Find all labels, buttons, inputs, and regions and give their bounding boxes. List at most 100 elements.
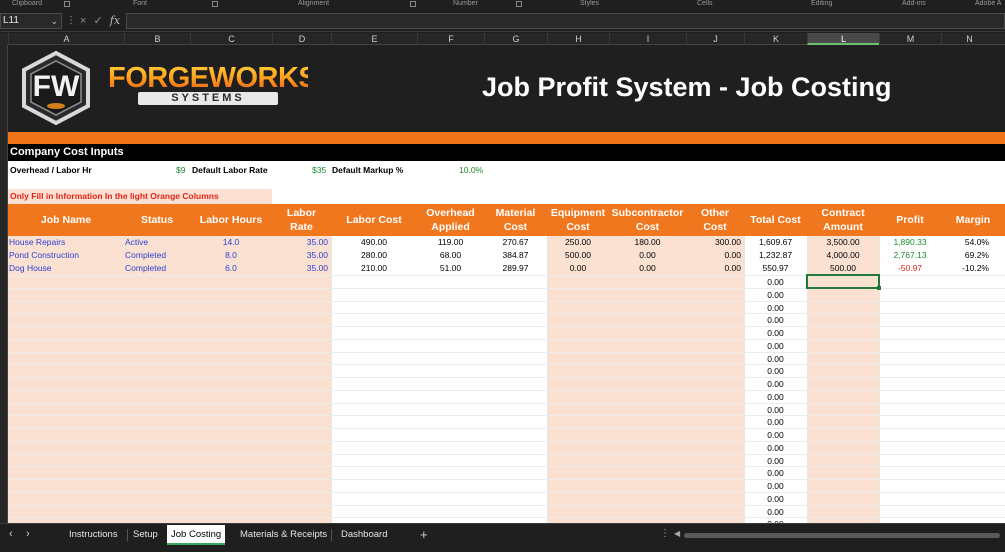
header-overhead-applied[interactable]: Overhead Applied — [417, 204, 484, 236]
column-header-c[interactable]: C — [190, 33, 272, 45]
cell-profit[interactable]: -50.97 — [879, 262, 941, 275]
cell-subcontractor-cost[interactable]: 0.00 — [609, 262, 686, 275]
column-header-n[interactable]: N — [941, 33, 997, 45]
labor-rate-value[interactable]: $35 — [312, 161, 326, 179]
header-contract-amount[interactable]: Contract Amount — [807, 204, 879, 236]
select-all-corner[interactable] — [0, 33, 8, 45]
insert-function-icon[interactable]: fx — [110, 14, 120, 27]
active-cell-l11[interactable] — [806, 274, 881, 290]
cell-subcontractor-cost[interactable]: 180.00 — [609, 236, 686, 249]
cell-material-cost[interactable]: 289.97 — [484, 262, 547, 275]
ribbon-group-editing[interactable]: Editing — [811, 0, 832, 7]
cell-equipment-cost[interactable]: 500.00 — [547, 249, 609, 262]
tab-setup[interactable]: Setup — [129, 525, 162, 545]
scroll-left-icon[interactable]: ◀ — [674, 529, 680, 538]
cell-total-cost[interactable]: 1,609.67 — [744, 236, 807, 249]
clipboard-launcher-icon[interactable] — [64, 1, 70, 7]
cell-status[interactable]: Completed — [124, 262, 190, 275]
cell-total-cost[interactable]: 1,232.87 — [744, 249, 807, 262]
ribbon-group-addins[interactable]: Add-ins — [902, 0, 926, 7]
cell-labor-rate[interactable]: 35.00 — [272, 249, 331, 262]
chevron-down-icon[interactable]: ⌄ — [50, 14, 58, 28]
cell-overhead-applied[interactable]: 68.00 — [417, 249, 484, 262]
cell-overhead-applied[interactable]: 51.00 — [417, 262, 484, 275]
cell-equipment-cost[interactable]: 0.00 — [547, 262, 609, 275]
column-header-l[interactable]: L — [807, 33, 879, 45]
header-margin[interactable]: Margin — [941, 204, 1005, 236]
ribbon-group-alignment[interactable]: Alignment — [298, 0, 329, 7]
cell-equipment-cost[interactable]: 250.00 — [547, 236, 609, 249]
column-header-i[interactable]: I — [609, 33, 686, 45]
cell-contract-amount[interactable]: 4,000.00 — [807, 249, 879, 262]
header-profit[interactable]: Profit — [879, 204, 941, 236]
cell-labor-cost[interactable]: 490.00 — [331, 236, 417, 249]
cell-margin[interactable]: -10.2% — [941, 262, 1005, 275]
cell-other-cost[interactable]: 0.00 — [686, 262, 744, 275]
cell-labor-hours[interactable]: 8.0 — [190, 249, 272, 262]
cell-labor-cost[interactable]: 210.00 — [331, 262, 417, 275]
tab-job-costing[interactable]: Job Costing — [167, 525, 226, 545]
cell-subcontractor-cost[interactable]: 0.00 — [609, 249, 686, 262]
more-options-icon[interactable]: ⋮ — [66, 15, 76, 26]
ribbon-group-cells[interactable]: Cells — [697, 0, 713, 7]
cell-labor-hours[interactable]: 14.0 — [190, 236, 272, 249]
column-header-g[interactable]: G — [484, 33, 547, 45]
horizontal-scrollbar[interactable] — [684, 533, 1000, 538]
column-header-e[interactable]: E — [331, 33, 417, 45]
ribbon-group-font[interactable]: Font — [133, 0, 147, 7]
cell-total-cost[interactable]: 550.97 — [744, 262, 807, 275]
column-header-m[interactable]: M — [879, 33, 941, 45]
cell-job-name[interactable]: Dog House — [9, 262, 124, 275]
header-subcontractor-cost[interactable]: Subcontractor Cost — [609, 204, 686, 236]
column-header-h[interactable]: H — [547, 33, 609, 45]
column-header-j[interactable]: J — [686, 33, 744, 45]
cell-material-cost[interactable]: 270.67 — [484, 236, 547, 249]
column-header-b[interactable]: B — [124, 33, 190, 45]
header-total-cost[interactable]: Total Cost — [744, 204, 807, 236]
name-box[interactable]: L11 ⌄ — [0, 13, 62, 29]
alignment-launcher-icon[interactable] — [410, 1, 416, 7]
cell-labor-hours[interactable]: 6.0 — [190, 262, 272, 275]
tab-instructions[interactable]: Instructions — [65, 525, 122, 545]
header-material-cost[interactable]: Material Cost — [484, 204, 547, 236]
column-header-k[interactable]: K — [744, 33, 807, 45]
previous-sheet-icon[interactable]: ‹ — [9, 528, 13, 540]
cell-margin[interactable]: 54.0% — [941, 236, 1005, 249]
cell-job-name[interactable]: House Repairs — [9, 236, 124, 249]
header-status[interactable]: Status — [124, 204, 190, 236]
cell-status[interactable]: Active — [124, 236, 190, 249]
cell-overhead-applied[interactable]: 119.00 — [417, 236, 484, 249]
tab-materials-receipts[interactable]: Materials & Receipts — [236, 525, 331, 545]
cell-labor-cost[interactable]: 280.00 — [331, 249, 417, 262]
tab-split-handle-icon[interactable]: ⋮ — [660, 528, 670, 539]
enter-icon[interactable]: ✓ — [94, 15, 103, 27]
cell-other-cost[interactable]: 0.00 — [686, 249, 744, 262]
column-header-a[interactable]: A — [8, 33, 124, 45]
header-labor-hours[interactable]: Labor Hours — [190, 204, 272, 236]
markup-value[interactable]: 10.0% — [459, 161, 483, 179]
cell-profit[interactable]: 2,767.13 — [879, 249, 941, 262]
cell-status[interactable]: Completed — [124, 249, 190, 262]
cell-profit[interactable]: 1,890.33 — [879, 236, 941, 249]
font-launcher-icon[interactable] — [212, 1, 218, 7]
cell-other-cost[interactable]: 300.00 — [686, 236, 744, 249]
overhead-value[interactable]: $9 — [176, 161, 185, 179]
cell-labor-rate[interactable]: 35.00 — [272, 262, 331, 275]
cell-job-name[interactable]: Pond Construction — [9, 249, 124, 262]
ribbon-group-clipboard[interactable]: Clipboard — [12, 0, 42, 7]
ribbon-group-adobe[interactable]: Adobe A — [975, 0, 1001, 7]
ribbon-group-number[interactable]: Number — [453, 0, 478, 7]
tab-dashboard[interactable]: Dashboard — [337, 525, 391, 545]
cell-margin[interactable]: 69.2% — [941, 249, 1005, 262]
add-sheet-button[interactable]: + — [420, 527, 428, 542]
ribbon-group-styles[interactable]: Styles — [580, 0, 599, 7]
cell-contract-amount[interactable]: 3,500.00 — [807, 236, 879, 249]
cell-labor-rate[interactable]: 35.00 — [272, 236, 331, 249]
header-other-cost[interactable]: Other Cost — [686, 204, 744, 236]
header-equipment-cost[interactable]: Equipment Cost — [547, 204, 609, 236]
cell-material-cost[interactable]: 384.87 — [484, 249, 547, 262]
column-header-d[interactable]: D — [272, 33, 331, 45]
cancel-icon[interactable]: × — [80, 15, 86, 27]
header-job-name[interactable]: Job Name — [8, 204, 124, 236]
formula-input[interactable] — [126, 13, 1005, 29]
